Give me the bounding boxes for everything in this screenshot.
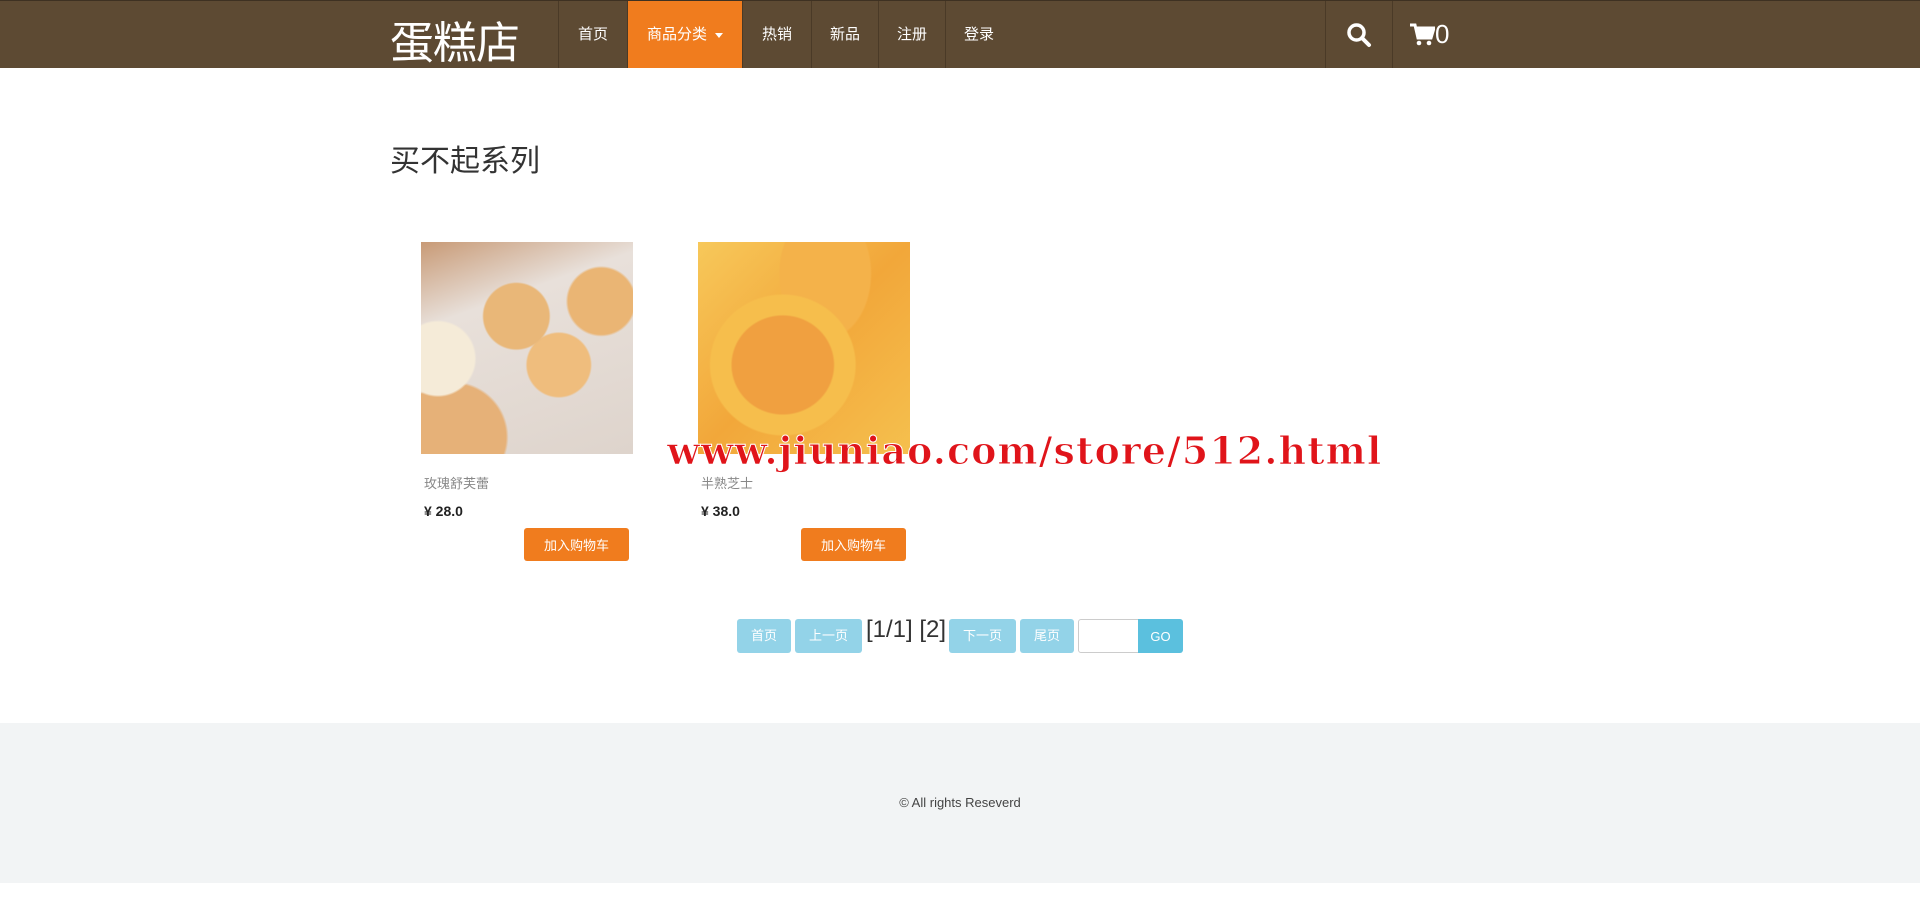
nav-categories[interactable]: 商品分类: [627, 1, 742, 68]
next-page-button[interactable]: 下一页: [949, 619, 1016, 653]
first-page-button[interactable]: 首页: [737, 619, 791, 653]
caret-down-icon: [715, 32, 723, 38]
cart-count: 0: [1435, 19, 1450, 49]
cart-button[interactable]: 0: [1392, 1, 1462, 68]
product-price: ¥ 38.0: [701, 503, 740, 519]
nav-hot[interactable]: 热销: [742, 1, 811, 68]
product-name[interactable]: 玫瑰舒芙蕾: [424, 473, 633, 492]
product-card: 玫瑰舒芙蕾 ¥ 28.0 加入购物车: [421, 242, 633, 561]
search-button[interactable]: [1325, 1, 1392, 68]
product-price: ¥ 28.0: [424, 503, 463, 519]
page-info: [1/1] [2]: [866, 616, 947, 643]
page-title: 买不起系列: [390, 144, 540, 179]
nav-register[interactable]: 注册: [878, 1, 945, 68]
product-image[interactable]: [698, 242, 910, 454]
prev-page-button[interactable]: 上一页: [795, 619, 862, 653]
nav-new[interactable]: 新品: [811, 1, 878, 68]
nav-login[interactable]: 登录: [945, 1, 1012, 68]
product-name[interactable]: 半熟芝士: [701, 473, 910, 492]
last-page-button[interactable]: 尾页: [1020, 619, 1074, 653]
copyright: © All rights Reseverd: [899, 795, 1021, 810]
footer: © All rights Reseverd: [0, 723, 1920, 883]
logo[interactable]: 蛋糕店: [390, 7, 520, 71]
nav-home[interactable]: 首页: [558, 1, 627, 68]
search-icon: [1347, 22, 1371, 47]
page-number-input[interactable]: [1078, 619, 1139, 653]
add-to-cart-button[interactable]: 加入购物车: [524, 528, 629, 561]
product-card: 半熟芝士 ¥ 38.0 加入购物车: [698, 242, 910, 561]
go-button[interactable]: GO: [1138, 619, 1183, 653]
cart-icon: [1410, 23, 1435, 45]
navbar: 蛋糕店 首页 商品分类 热销 新品 注册 登录 0: [0, 0, 1920, 71]
nav-categories-label: 商品分类: [646, 26, 707, 43]
product-image[interactable]: [421, 242, 633, 454]
add-to-cart-button[interactable]: 加入购物车: [801, 528, 906, 561]
